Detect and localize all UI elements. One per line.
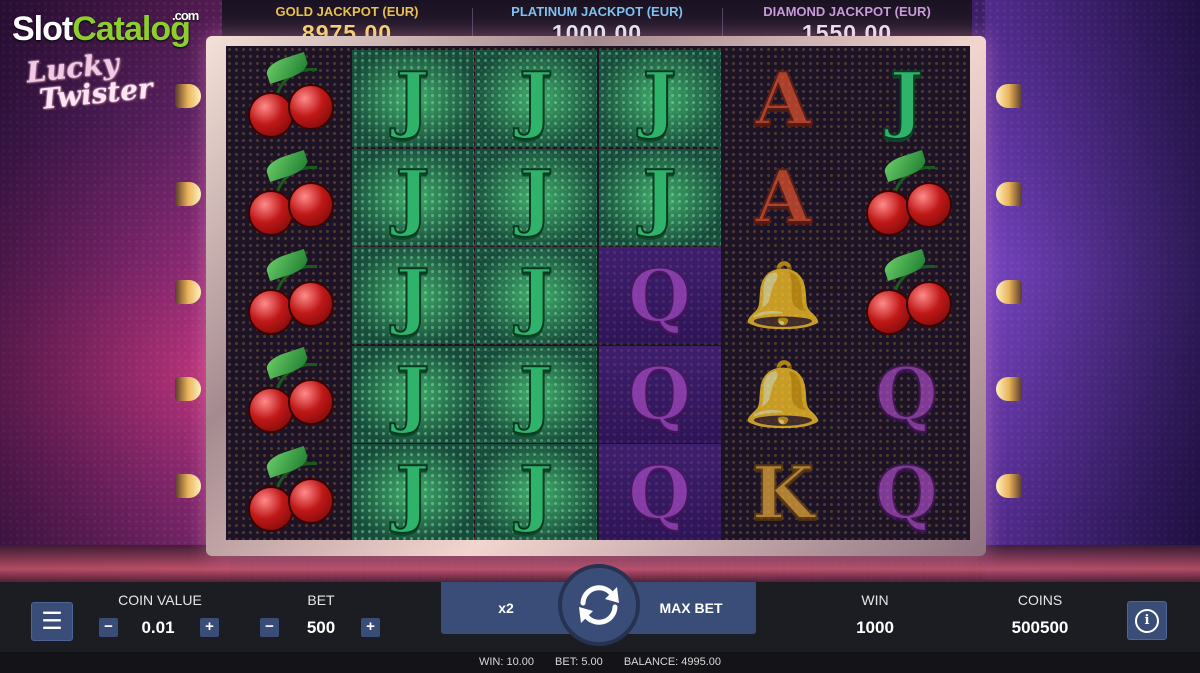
reel-grid: J J J A J J J J A J J Q 🔔 J J Q 🔔 Q J J Q K Q [226, 46, 970, 540]
bet-decrease-button[interactable]: − [260, 618, 279, 637]
right-peg [996, 84, 1022, 108]
reel-cell: J [846, 50, 968, 147]
letter-k-symbol: K [751, 449, 816, 535]
diamond-jackpot-label: DIAMOND JACKPOT (EUR) [763, 4, 931, 19]
hamburger-menu-icon: ☰ [41, 608, 63, 635]
reel-cell: 🔔 [722, 346, 844, 443]
platinum-jackpot-label: PLATINUM JACKPOT (EUR) [511, 4, 683, 19]
letter-q-symbol: Q [627, 449, 692, 535]
reel-cell: Q [846, 444, 968, 540]
letter-j-symbol: J [394, 449, 430, 535]
letter-q-symbol: Q [627, 252, 692, 338]
status-balance: BALANCE: 4995.00 [623, 656, 722, 668]
right-peg [996, 377, 1022, 401]
reel-cell [846, 247, 968, 344]
cherry-symbol-icon [862, 248, 952, 339]
reel-cell: Q [598, 345, 721, 443]
reel-cell: J [351, 444, 474, 540]
letter-a-symbol: A [754, 154, 812, 239]
coins-label: COINS [1017, 592, 1063, 608]
letter-j-symbol: J [518, 55, 554, 141]
reel-cell: A [722, 50, 844, 147]
reel-cell: A [722, 149, 844, 246]
reel-cell: J [475, 148, 597, 246]
reel-cell: J [475, 444, 597, 540]
win-label: WIN [861, 592, 889, 608]
info-button[interactable]: i [1127, 601, 1167, 640]
status-win: WIN: 10.00 [478, 656, 534, 668]
reel-cell: J [475, 247, 597, 344]
reel-cell [228, 50, 350, 147]
right-peg [996, 474, 1022, 498]
letter-j-symbol: J [518, 154, 554, 239]
coin-value-label: COIN VALUE [118, 592, 202, 608]
reel-cell [228, 247, 350, 344]
letter-j-symbol: J [394, 55, 430, 141]
win-value: 1000 [856, 618, 894, 637]
coins-value: 500500 [1011, 618, 1069, 637]
reel-cell [228, 149, 350, 246]
right-peg [996, 182, 1022, 206]
info-icon: i [1135, 608, 1159, 633]
reel-cell: J [351, 50, 474, 147]
reel-cell: J [351, 345, 474, 443]
x2-button[interactable]: x2 [441, 582, 571, 634]
bell-symbol-icon: 🔔 [743, 259, 823, 331]
letter-q-symbol: Q [874, 351, 939, 436]
reel-cell: J [598, 50, 721, 147]
letter-j-symbol: J [518, 351, 554, 436]
reel-cell: J [475, 345, 597, 443]
reel-cell: Q [598, 444, 721, 540]
left-peg [175, 280, 201, 304]
bet-increase-button[interactable]: + [361, 618, 380, 637]
left-peg [175, 474, 201, 498]
left-peg [175, 377, 201, 401]
cherry-symbol-icon [244, 347, 334, 437]
cherry-symbol-icon [244, 248, 334, 339]
letter-j-symbol: J [518, 449, 554, 535]
left-peg [175, 84, 201, 108]
right-peg [996, 280, 1022, 304]
reel-cell: Q [846, 346, 968, 443]
letter-j-symbol: J [888, 55, 924, 141]
coin-value-increase-button[interactable]: + [200, 618, 219, 637]
letter-j-symbol: J [394, 351, 430, 436]
menu-button[interactable]: ☰ [31, 602, 73, 641]
gold-jackpot-label: GOLD JACKPOT (EUR) [275, 4, 419, 19]
bet-label: BET [307, 592, 335, 608]
coin-value-decrease-button[interactable]: − [99, 618, 118, 637]
reel-cell: J [598, 148, 721, 246]
left-peg [175, 182, 201, 206]
letter-q-symbol: Q [627, 351, 692, 436]
reel-cell [228, 444, 350, 540]
letter-j-symbol: J [518, 252, 554, 338]
bet-value: 500 [306, 618, 336, 637]
status-bet: BET: 5.00 [555, 656, 603, 668]
reel-cell: Q [598, 247, 721, 344]
coin-value: 0.01 [141, 618, 175, 637]
reel-cell: J [475, 50, 597, 147]
letter-a-symbol: A [754, 55, 812, 141]
site-watermark-logo: SlotCatalog .com [12, 8, 199, 48]
max-bet-button[interactable]: MAX BET [626, 582, 756, 634]
status-bar: WIN: 10.00 BET: 5.00 BALANCE: 4995.00 [0, 652, 1200, 673]
reel-cell [228, 346, 350, 443]
reel-cell: K [722, 444, 844, 540]
letter-j-symbol: J [641, 55, 677, 141]
reel-cell: J [351, 148, 474, 246]
bell-symbol-icon: 🔔 [743, 357, 823, 430]
reel-cell [846, 149, 968, 246]
reel-cell: 🔔 [722, 247, 844, 344]
letter-j-symbol: J [394, 252, 430, 338]
cherry-symbol-icon [244, 51, 334, 142]
spin-arrows-icon [579, 585, 619, 625]
spin-button[interactable] [558, 564, 640, 646]
letter-j-symbol: J [394, 154, 430, 239]
letter-q-symbol: Q [874, 449, 939, 535]
reel-cell: J [351, 247, 474, 344]
cherry-symbol-icon [862, 150, 952, 240]
cherry-symbol-icon [244, 150, 334, 240]
cherry-symbol-icon [244, 445, 334, 536]
letter-j-symbol: J [641, 154, 677, 239]
